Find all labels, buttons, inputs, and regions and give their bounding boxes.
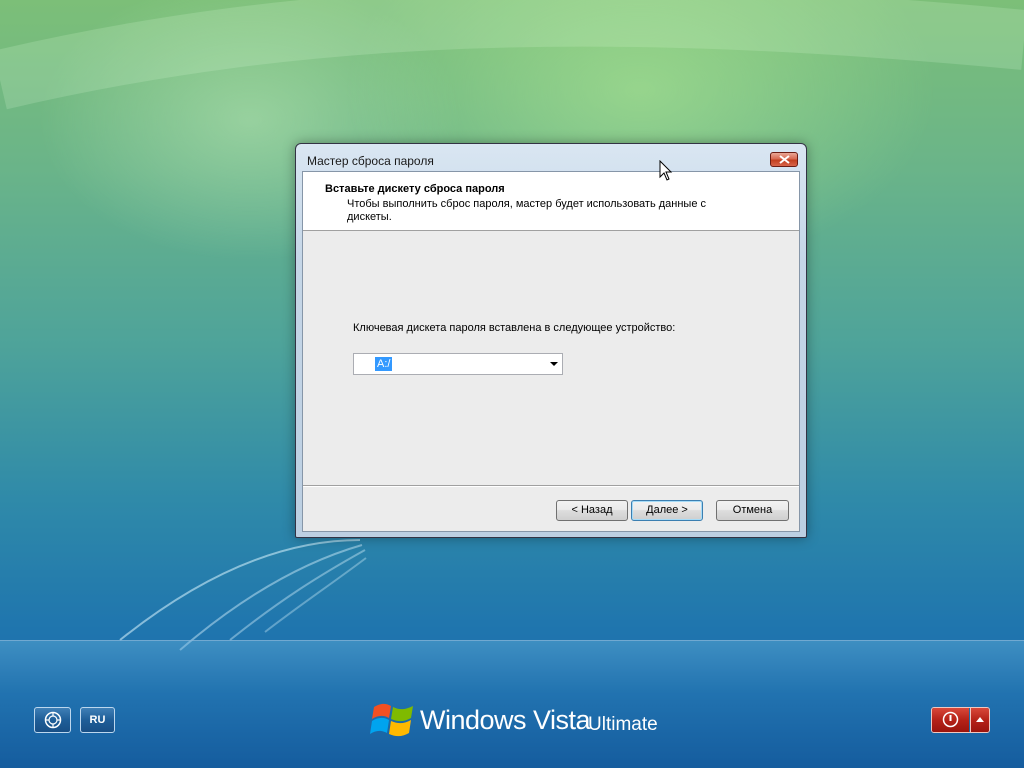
ease-of-access-icon — [44, 711, 62, 729]
brand-windows-text: Windows Vista — [420, 705, 591, 735]
language-button[interactable]: RU — [80, 707, 115, 733]
shutdown-button[interactable] — [932, 708, 969, 732]
windows-vista-brand: Windows Vista Ultimate — [370, 697, 670, 745]
next-button[interactable]: Далее > — [631, 500, 703, 521]
wizard-step-description: Чтобы выполнить сброс пароля, мастер буд… — [347, 198, 707, 223]
ease-of-access-button[interactable] — [34, 707, 71, 733]
brand-edition-text: Ultimate — [588, 714, 658, 735]
close-button[interactable] — [770, 152, 798, 167]
mouse-cursor-icon — [659, 160, 673, 181]
button-separator — [303, 485, 799, 487]
windows-logo-icon — [370, 703, 413, 737]
chevron-down-icon[interactable] — [550, 362, 558, 366]
power-icon — [942, 711, 959, 728]
wizard-client-area: Вставьте дискету сброса пароля Чтобы вып… — [302, 171, 800, 532]
up-arrow-icon — [976, 717, 984, 722]
cancel-button[interactable]: Отмена — [716, 500, 789, 521]
power-controls — [931, 707, 990, 733]
device-select-value: A:/ — [375, 357, 393, 371]
close-icon — [779, 155, 790, 164]
title-bar[interactable]: Мастер сброса пароля — [296, 144, 806, 170]
password-reset-wizard-window: Мастер сброса пароля Вставьте дискету сб… — [295, 143, 807, 538]
back-button[interactable]: < Назад — [556, 500, 628, 521]
device-select[interactable]: A:/ — [353, 353, 563, 375]
wizard-header: Вставьте дискету сброса пароля Чтобы вып… — [303, 172, 799, 231]
device-select-label: Ключевая дискета пароля вставлена в след… — [353, 322, 676, 334]
wizard-step-title: Вставьте дискету сброса пароля — [325, 183, 505, 195]
window-title: Мастер сброса пароля — [307, 154, 434, 168]
shutdown-options-button[interactable] — [970, 708, 989, 732]
